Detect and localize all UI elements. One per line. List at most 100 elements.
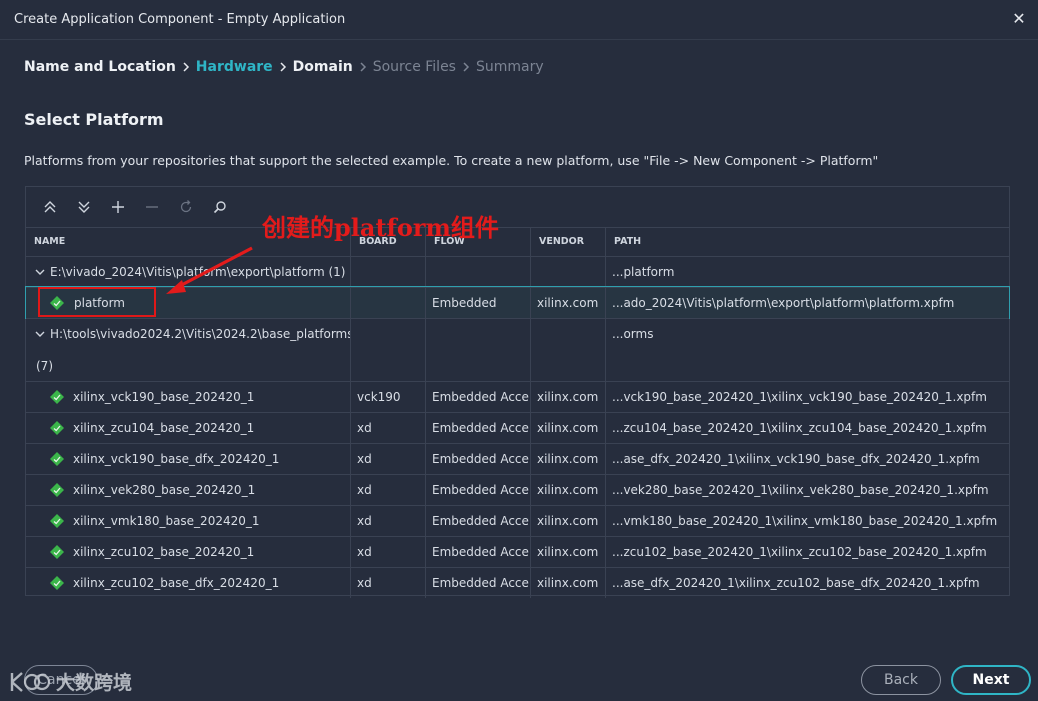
group-board-cell: [351, 257, 426, 287]
platform-path-cell-text: ...ase_dfx_202420_1\xilinx_vck190_base_d…: [612, 452, 980, 466]
platform-name: xilinx_vmk180_base_202420_1: [73, 514, 260, 528]
platform-name: xilinx_vck190_base_202420_1: [73, 390, 255, 404]
watermark-text: 大数跨境: [56, 672, 133, 694]
platform-board-cell: xd: [351, 506, 426, 536]
platform-path-cell: ...vmk180_base_202420_1\xilinx_vmk180_ba…: [606, 506, 1009, 536]
platform-name-cell: xilinx_vck190_base_202420_1: [26, 382, 351, 412]
platform-vendor-cell: xilinx.com: [531, 475, 606, 505]
platform-flow-cell: Embedded Accel: [426, 537, 531, 567]
platform-row-selected[interactable]: platform Embedded xilinx.com ...ado_2024\Vi…: [25, 286, 1010, 319]
group-name-text: E:\vivado_2024\Vitis\platform\export\pla…: [50, 265, 346, 279]
platform-flow-cell-text: Embedded Accel: [432, 576, 531, 590]
platform-vendor-cell-text: xilinx.com: [537, 545, 599, 559]
platform-vendor-cell-text: xilinx.com: [537, 390, 599, 404]
next-button[interactable]: Next: [951, 665, 1031, 695]
section-heading: Select Platform: [24, 110, 164, 129]
breadcrumb-step-domain[interactable]: Domain: [293, 59, 353, 75]
platform-row[interactable]: xilinx_vck190_base_202420_1 vck190 Embedde…: [26, 381, 1009, 412]
chevron-down-icon[interactable]: [34, 328, 50, 340]
title-bar: Create Application Component - Empty App…: [0, 0, 1038, 40]
platform-vendor-cell: xilinx.com: [531, 413, 606, 443]
platform-vendor-cell: xilinx.com: [531, 444, 606, 474]
platform-flow-cell-text: Embedded Accel: [432, 483, 531, 497]
table-body: E:\vivado_2024\Vitis\platform\export\pla…: [25, 256, 1010, 598]
group-name-text: H:\tools\vivado2024.2\Vitis\2024.2\base_…: [50, 327, 351, 341]
breadcrumb-step-source-files: Source Files: [372, 59, 456, 75]
platform-board-cell-text: xd: [357, 421, 372, 435]
search-icon[interactable]: [203, 193, 237, 221]
platform-board-cell-text: xd: [357, 576, 372, 590]
platform-name: xilinx_vck190_base_dfx_202420_1: [73, 452, 280, 466]
platform-name-cell: xilinx_zcu102_base_202420_1: [26, 537, 351, 567]
platform-board-cell-text: vck190: [357, 390, 401, 404]
refresh-icon[interactable]: [169, 193, 203, 221]
platform-vendor-cell: xilinx.com: [531, 382, 606, 412]
group-vendor-cell: [531, 257, 606, 287]
platform-vendor-cell: xilinx.com: [531, 288, 606, 318]
group-name: E:\vivado_2024\Vitis\platform\export\pla…: [34, 257, 345, 287]
platform-flow-cell-text: Embedded Accel: [432, 421, 531, 435]
platform-icon: [50, 296, 64, 310]
group-name: H:\tools\vivado2024.2\Vitis\2024.2\base_…: [34, 319, 351, 349]
platform-icon: [50, 390, 64, 404]
breadcrumb-step-summary: Summary: [475, 59, 544, 75]
group-count-text: (7): [36, 359, 53, 373]
platform-name-cell: platform: [26, 288, 351, 318]
platform-icon: [50, 545, 64, 559]
close-icon[interactable]: ✕: [1010, 10, 1028, 28]
platform-row[interactable]: xilinx_vmk180_base_202420_1 xd Embedded Ac…: [26, 505, 1009, 536]
platform-vendor-cell: xilinx.com: [531, 506, 606, 536]
collapse-all-icon[interactable]: [33, 193, 67, 221]
column-header-path[interactable]: PATH: [606, 228, 1009, 256]
annotation-text: 创建的platform组件: [262, 213, 499, 242]
platform-flow-cell-text: Embedded Accel: [432, 452, 531, 466]
platform-toolbar: [26, 187, 1009, 227]
platform-name-cell: xilinx_zcu104_base_202420_1: [26, 413, 351, 443]
platform-path-cell-text: ...vck190_base_202420_1\xilinx_vck190_ba…: [612, 390, 987, 404]
platform-board-cell-text: xd: [357, 452, 372, 466]
group-path-cell-text: ...platform: [612, 265, 675, 279]
platform-board-cell: xd: [351, 537, 426, 567]
breadcrumb-chevron-icon: [353, 62, 373, 72]
remove-icon[interactable]: [135, 193, 169, 221]
platform-board-cell: xd: [351, 444, 426, 474]
platform-vendor-cell: xilinx.com: [531, 537, 606, 567]
platform-name: platform: [74, 296, 125, 310]
chevron-down-icon[interactable]: [34, 266, 50, 278]
platform-path-cell: ...vek280_base_202420_1\xilinx_vek280_ba…: [606, 475, 1009, 505]
platform-row[interactable]: xilinx_zcu102_base_202420_1 xd Embedded Ac…: [26, 536, 1009, 567]
group-path-cell-text: ...orms: [612, 327, 654, 341]
platform-path-cell-text: ...ado_2024\Vitis\platform\export\platfo…: [612, 296, 955, 310]
platform-path-cell: ...ase_dfx_202420_1\xilinx_vck190_base_d…: [606, 444, 1009, 474]
platform-board-cell-text: xd: [357, 483, 372, 497]
platform-path-cell-text: ...zcu104_base_202420_1\xilinx_zcu104_ba…: [612, 421, 987, 435]
group-flow-cell: [426, 319, 531, 381]
platform-name: xilinx_zcu102_base_202420_1: [73, 545, 255, 559]
group-row[interactable]: E:\vivado_2024\Vitis\platform\export\pla…: [26, 256, 1009, 287]
table-header: NAME BOARD FLOW VENDOR PATH: [26, 227, 1009, 256]
group-path-cell: ...orms: [606, 319, 1009, 381]
breadcrumb-chevron-icon: [176, 62, 196, 72]
platform-board-cell: xd: [351, 475, 426, 505]
back-button[interactable]: Back: [861, 665, 941, 695]
platform-row[interactable]: xilinx_zcu104_base_202420_1 xd Embedded Ac…: [26, 412, 1009, 443]
platform-name: xilinx_vek280_base_202420_1: [73, 483, 256, 497]
platform-flow-cell: Embedded Accel: [426, 382, 531, 412]
platform-row[interactable]: xilinx_vek280_base_202420_1 xd Embedded Ac…: [26, 474, 1009, 505]
breadcrumb-step-name-and-location[interactable]: Name and Location: [24, 59, 176, 75]
add-icon[interactable]: [101, 193, 135, 221]
platform-vendor-cell: xilinx.com: [531, 568, 606, 598]
platform-path-cell: ...zcu102_base_202420_1\xilinx_zcu102_ba…: [606, 537, 1009, 567]
watermark-logo-icon: [10, 671, 51, 692]
platform-row[interactable]: xilinx_vck190_base_dfx_202420_1 xd Embedde…: [26, 443, 1009, 474]
breadcrumb-chevron-icon: [273, 62, 293, 72]
column-header-vendor[interactable]: VENDOR: [531, 228, 606, 256]
platform-flow-cell-text: Embedded Accel: [432, 545, 531, 559]
platform-name-cell: xilinx_vmk180_base_202420_1: [26, 506, 351, 536]
expand-all-icon[interactable]: [67, 193, 101, 221]
platform-row[interactable]: xilinx_zcu102_base_dfx_202420_1 xd Embedde…: [26, 567, 1009, 598]
breadcrumb-step-hardware[interactable]: Hardware: [196, 59, 273, 75]
platform-path-cell-text: ...vek280_base_202420_1\xilinx_vek280_ba…: [612, 483, 989, 497]
platform-panel: NAME BOARD FLOW VENDOR PATH E:\vivado_20…: [25, 186, 1010, 598]
group-row[interactable]: H:\tools\vivado2024.2\Vitis\2024.2\base_…: [26, 318, 1009, 381]
